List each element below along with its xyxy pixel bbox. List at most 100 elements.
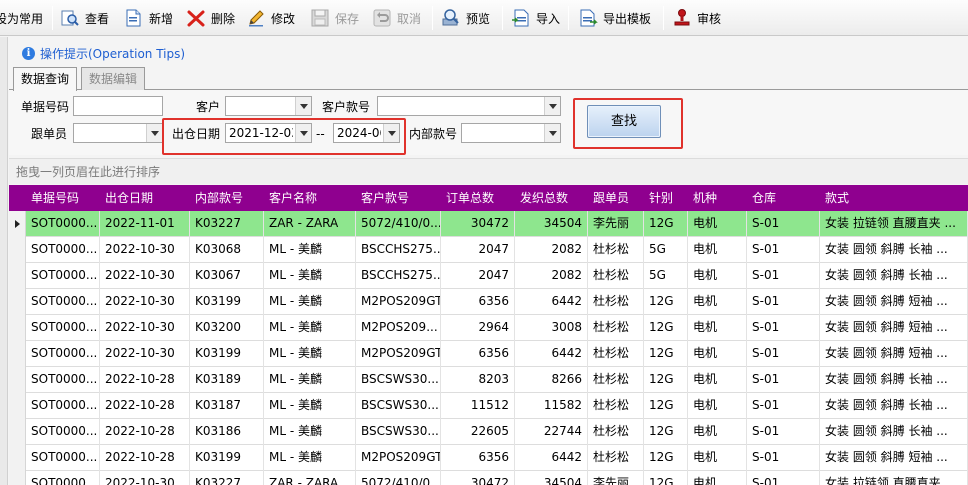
- row-indicator[interactable]: [9, 393, 26, 419]
- cell-internal-style[interactable]: K03189: [190, 367, 264, 393]
- cell-customer-style[interactable]: 5072/410/0...: [356, 211, 441, 237]
- cell-doc-no[interactable]: SOT0000...: [26, 445, 100, 471]
- find-button[interactable]: 查找: [587, 105, 661, 138]
- cancel-button[interactable]: 取消: [372, 4, 421, 32]
- doc-no-input[interactable]: [73, 96, 163, 116]
- cell-order-total[interactable]: 2964: [441, 315, 515, 341]
- cell-knit-total[interactable]: 6442: [515, 445, 588, 471]
- cell-style[interactable]: 女装 圆领 斜膊 长袖 ...: [820, 263, 968, 289]
- cell-ship-date[interactable]: 2022-10-30: [100, 471, 190, 485]
- row-indicator[interactable]: [9, 237, 26, 263]
- export-template-button[interactable]: 导出模板: [578, 4, 651, 32]
- cell-knit-total[interactable]: 2082: [515, 263, 588, 289]
- preview-button[interactable]: 预览: [441, 4, 490, 32]
- cell-style[interactable]: 女装 圆领 斜膊 长袖 ...: [820, 367, 968, 393]
- column-header-internal-style[interactable]: 内部款号: [190, 185, 264, 211]
- cell-warehouse[interactable]: S-01: [747, 367, 820, 393]
- row-indicator[interactable]: [9, 211, 26, 237]
- cell-machine[interactable]: 电机: [688, 471, 747, 485]
- cell-follower[interactable]: 李先丽: [588, 211, 644, 237]
- cell-ship-date[interactable]: 2022-10-28: [100, 367, 190, 393]
- table-row[interactable]: SOT0000... 2022-10-28 K03186 ML - 美麟 BSCSWS3…: [9, 419, 968, 445]
- cell-machine[interactable]: 电机: [688, 367, 747, 393]
- cell-doc-no[interactable]: SOT0000...: [26, 289, 100, 315]
- cell-ship-date[interactable]: 2022-10-30: [100, 263, 190, 289]
- cell-customer-name[interactable]: ML - 美麟: [264, 289, 356, 315]
- cell-order-total[interactable]: 6356: [441, 289, 515, 315]
- cell-internal-style[interactable]: K03199: [190, 341, 264, 367]
- internal-style-select[interactable]: [461, 123, 561, 143]
- cell-follower[interactable]: 杜杉松: [588, 445, 644, 471]
- cell-customer-name[interactable]: ML - 美麟: [264, 367, 356, 393]
- edit-button[interactable]: 修改: [246, 4, 295, 32]
- cell-ship-date[interactable]: 2022-10-28: [100, 393, 190, 419]
- table-row[interactable]: SOT0000... 2022-10-28 K03199 ML - 美麟 M2POS20…: [9, 445, 968, 471]
- cell-customer-style[interactable]: 5072/410/0...: [356, 471, 441, 485]
- column-header-follower[interactable]: 跟单员: [588, 185, 644, 211]
- table-row[interactable]: SOT0000... 2022-10-30 K03068 ML - 美麟 BSCCHS2…: [9, 237, 968, 263]
- cell-style[interactable]: 女装 圆领 斜膊 短袖 ...: [820, 289, 968, 315]
- cell-gauge[interactable]: 5G: [644, 263, 688, 289]
- row-indicator[interactable]: [9, 315, 26, 341]
- cell-order-total[interactable]: 30472: [441, 211, 515, 237]
- cell-knit-total[interactable]: 6442: [515, 341, 588, 367]
- column-header-knit-total[interactable]: 发织总数: [515, 185, 588, 211]
- cell-follower[interactable]: 杜杉松: [588, 263, 644, 289]
- cell-internal-style[interactable]: K03199: [190, 445, 264, 471]
- cell-knit-total[interactable]: 6442: [515, 289, 588, 315]
- cell-warehouse[interactable]: S-01: [747, 445, 820, 471]
- row-indicator[interactable]: [9, 471, 26, 485]
- column-header-warehouse[interactable]: 仓库: [747, 185, 820, 211]
- cell-customer-name[interactable]: ML - 美麟: [264, 341, 356, 367]
- cell-ship-date[interactable]: 2022-11-01: [100, 211, 190, 237]
- cell-internal-style[interactable]: K03200: [190, 315, 264, 341]
- cell-customer-style[interactable]: BSCCHS275...: [356, 263, 441, 289]
- group-by-panel[interactable]: 拖曳一列页眉在此进行排序: [9, 158, 968, 184]
- approve-button[interactable]: 审核: [672, 4, 721, 32]
- set-favorite-button[interactable]: 设为常用: [0, 4, 43, 32]
- row-indicator[interactable]: [9, 445, 26, 471]
- cell-doc-no[interactable]: SOT0000...: [26, 471, 100, 485]
- cell-style[interactable]: 女装 圆领 斜膊 短袖 ...: [820, 445, 968, 471]
- cell-customer-style[interactable]: M2POS209GT: [356, 289, 441, 315]
- cell-gauge[interactable]: 12G: [644, 367, 688, 393]
- cell-machine[interactable]: 电机: [688, 341, 747, 367]
- cell-follower[interactable]: 杜杉松: [588, 419, 644, 445]
- cell-customer-style[interactable]: BSCSWS30...: [356, 367, 441, 393]
- cell-order-total[interactable]: 6356: [441, 445, 515, 471]
- cell-internal-style[interactable]: K03068: [190, 237, 264, 263]
- save-button[interactable]: 保存: [310, 4, 359, 32]
- cell-internal-style[interactable]: K03067: [190, 263, 264, 289]
- cell-customer-style[interactable]: BSCSWS30...: [356, 393, 441, 419]
- cell-gauge[interactable]: 12G: [644, 211, 688, 237]
- cell-order-total[interactable]: 8203: [441, 367, 515, 393]
- cell-customer-name[interactable]: ML - 美麟: [264, 263, 356, 289]
- cell-knit-total[interactable]: 22744: [515, 419, 588, 445]
- row-indicator[interactable]: [9, 419, 26, 445]
- row-indicator[interactable]: [9, 289, 26, 315]
- cell-style[interactable]: 女装 圆领 斜膊 长袖 ...: [820, 419, 968, 445]
- cell-follower[interactable]: 杜杉松: [588, 393, 644, 419]
- column-header-gauge[interactable]: 针别: [644, 185, 688, 211]
- follower-select[interactable]: [73, 123, 163, 143]
- table-row[interactable]: SOT0000... 2022-10-30 K03067 ML - 美麟 BSCCHS2…: [9, 263, 968, 289]
- cell-customer-style[interactable]: M2POS209...: [356, 315, 441, 341]
- cell-doc-no[interactable]: SOT0000...: [26, 393, 100, 419]
- cell-doc-no[interactable]: SOT0000...: [26, 341, 100, 367]
- column-header-order-total[interactable]: 订单总数: [441, 185, 515, 211]
- cell-follower[interactable]: 杜杉松: [588, 315, 644, 341]
- cell-doc-no[interactable]: SOT0000...: [26, 211, 100, 237]
- cell-warehouse[interactable]: S-01: [747, 211, 820, 237]
- cell-warehouse[interactable]: S-01: [747, 341, 820, 367]
- cell-ship-date[interactable]: 2022-10-30: [100, 289, 190, 315]
- cell-ship-date[interactable]: 2022-10-30: [100, 341, 190, 367]
- cell-gauge[interactable]: 12G: [644, 289, 688, 315]
- cell-internal-style[interactable]: K03199: [190, 289, 264, 315]
- delete-button[interactable]: 删除: [186, 4, 235, 32]
- cell-ship-date[interactable]: 2022-10-28: [100, 419, 190, 445]
- cell-knit-total[interactable]: 34504: [515, 211, 588, 237]
- column-header-customer-name[interactable]: 客户名称: [264, 185, 356, 211]
- cell-warehouse[interactable]: S-01: [747, 315, 820, 341]
- customer-select[interactable]: [225, 96, 312, 116]
- chevron-down-icon[interactable]: [295, 97, 311, 115]
